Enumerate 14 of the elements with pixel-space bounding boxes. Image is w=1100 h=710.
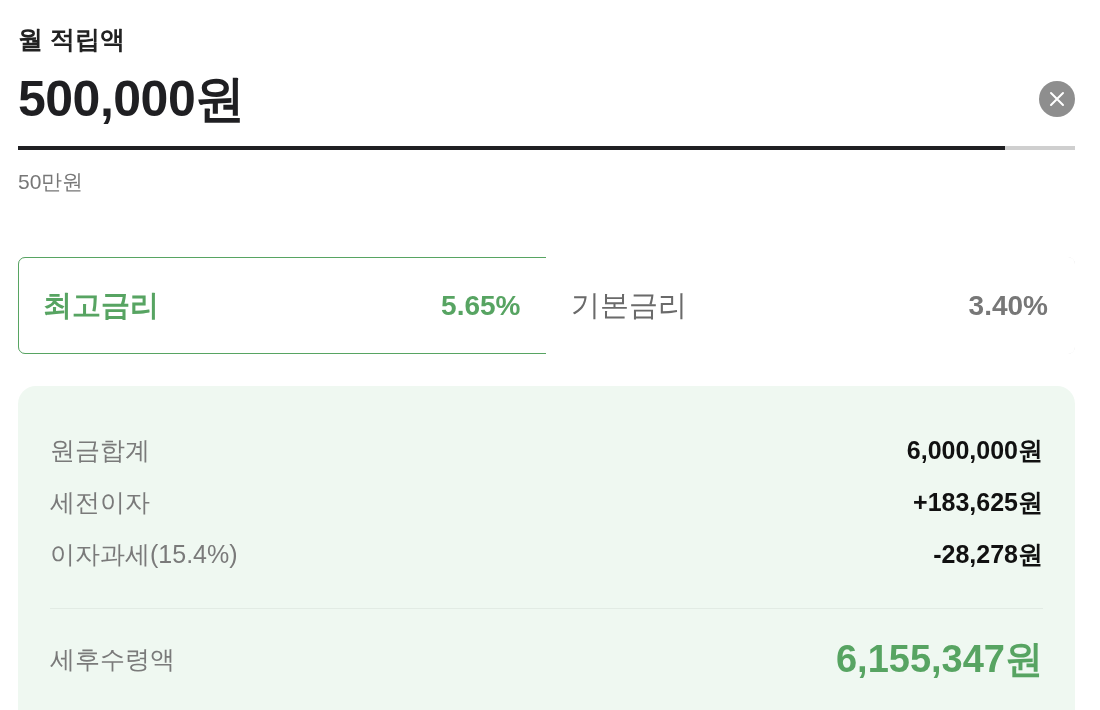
total-value: 6,155,347원 (835, 636, 1043, 682)
clear-icon[interactable] (1039, 81, 1075, 117)
rate-tab[interactable]: 최고금리 5.65% (18, 257, 548, 354)
summary-value: -28,278원 (933, 538, 1043, 570)
summary-label: 이자과세(15.4%) (50, 538, 238, 570)
summary-label: 세전이자 (50, 486, 150, 518)
rate-tab[interactable]: 기본금리 3.40% (545, 257, 1075, 354)
field-label: 월 적립액 (18, 24, 125, 55)
summary-label: 원금합계 (50, 434, 150, 466)
amount-value[interactable]: 500,000원 (18, 69, 245, 129)
summary-value: 6,000,000원 (906, 434, 1043, 466)
summary-value: +183,625원 (913, 486, 1043, 518)
amount-hint: 50만원 (18, 169, 84, 195)
total-label: 세후수령액 (50, 643, 175, 675)
